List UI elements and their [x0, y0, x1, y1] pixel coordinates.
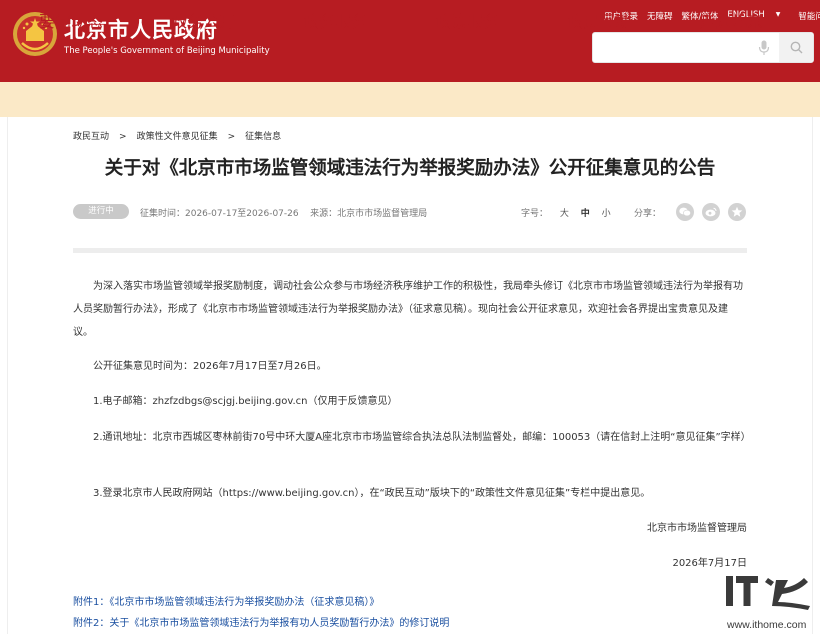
- share-label: 分享：: [634, 209, 662, 219]
- weibo-icon: [705, 207, 717, 217]
- attachment-link-1[interactable]: 附件1：《北京市市场监管领域违法行为举报奖励办法（征求意见稿）》: [73, 593, 379, 608]
- breadcrumb-separator: >: [119, 132, 127, 142]
- wechat-share-button[interactable]: [676, 203, 694, 221]
- nav-item-gov-services[interactable]: 政务服务: [303, 8, 367, 32]
- article-paragraph-intro: 为深入落实市场监管领域举报奖励制度，调动社会公众参与市场经济秩序维护工作的积极性…: [73, 281, 743, 338]
- wechat-icon: [679, 207, 691, 217]
- mic-icon[interactable]: [758, 40, 770, 56]
- breadcrumb: 政民互动 > 政策性文件意见征集 > 征集信息: [73, 129, 281, 142]
- weibo-share-button[interactable]: [702, 203, 720, 221]
- caret-down-icon: ▼: [775, 11, 781, 18]
- nav-item-news[interactable]: 要闻动态: [39, 8, 103, 32]
- page-title: 关于对《北京市市场监管领域违法行为举报奖励办法》公开征集意见的公告: [104, 158, 716, 179]
- article-paragraph-online: 3.登录北京市人民政府网站（https://www.beijing.gov.cn…: [93, 488, 651, 499]
- article-paragraph-period: 公开征集意见时间为：2026年7月17日至7月26日。: [93, 361, 327, 372]
- article-date: 2026年7月17日: [672, 558, 747, 569]
- nav-item-gov-affairs-public[interactable]: 政务公开: [171, 8, 235, 32]
- watermark-url: www.ithome.com: [726, 619, 807, 631]
- font-size-label: 字号：: [521, 209, 549, 219]
- divider: [73, 248, 747, 253]
- article-meta: 进行中 征集时间：2026-07-17至2026-07-26 来源：北京市市场监…: [73, 202, 747, 222]
- status-badge: 进行中: [73, 204, 129, 219]
- favorite-icon: [731, 206, 743, 217]
- font-size-large[interactable]: 大: [560, 209, 569, 219]
- nav-item-interaction[interactable]: 政民互动: [567, 8, 631, 32]
- article-paragraph-email: 1.电子邮箱：zhzfzdbgs@scjgj.beijing.gov.cn（仅用…: [93, 396, 398, 407]
- attachment-link-2[interactable]: 附件2：关于《北京市市场监管领域违法行为举报有功人员奖励暂行办法》的修订说明: [73, 614, 449, 629]
- smart-qa-link[interactable]: 智能问答: [798, 10, 820, 22]
- ithome-watermark-logo: www.ithome.com: [726, 576, 810, 631]
- search-button[interactable]: [779, 33, 813, 62]
- font-size-control: 字号： 大 中 小: [521, 206, 611, 219]
- main-nav: [0, 82, 820, 117]
- breadcrumb-separator: >: [227, 132, 236, 142]
- collection-period: 征集时间：2026-07-17至2026-07-26 来源：北京市市场监督管理局: [140, 206, 427, 219]
- nav-item-about-beijing[interactable]: 走进北京: [699, 8, 763, 32]
- breadcrumb-item-policy-collection[interactable]: 政策性文件意见征集: [137, 132, 218, 142]
- nav-item-policy-services[interactable]: 政策服务: [435, 8, 499, 32]
- accessibility-link[interactable]: 无障碍: [647, 10, 673, 22]
- breadcrumb-item-interaction[interactable]: 政民互动: [73, 132, 109, 142]
- breadcrumb-item-collection-info[interactable]: 征集信息: [245, 132, 281, 142]
- period-text: 征集时间：2026-07-17至2026-07-26: [140, 209, 299, 219]
- search-input[interactable]: [599, 39, 749, 57]
- favorite-share-button[interactable]: [728, 203, 746, 221]
- article-paragraph-address: 2.通讯地址：北京市西城区枣林前街70号中环大厦A座北京市市场监管综合执法总队法…: [93, 432, 751, 443]
- source-text: 来源：北京市市场监督管理局: [310, 209, 428, 219]
- article-signature: 北京市市场监督管理局: [647, 523, 747, 534]
- search-icon: [790, 41, 802, 54]
- font-size-small[interactable]: 小: [602, 209, 611, 219]
- site-subtitle: The People's Government of Beijing Munic…: [64, 46, 270, 56]
- font-size-medium[interactable]: 中: [581, 209, 590, 219]
